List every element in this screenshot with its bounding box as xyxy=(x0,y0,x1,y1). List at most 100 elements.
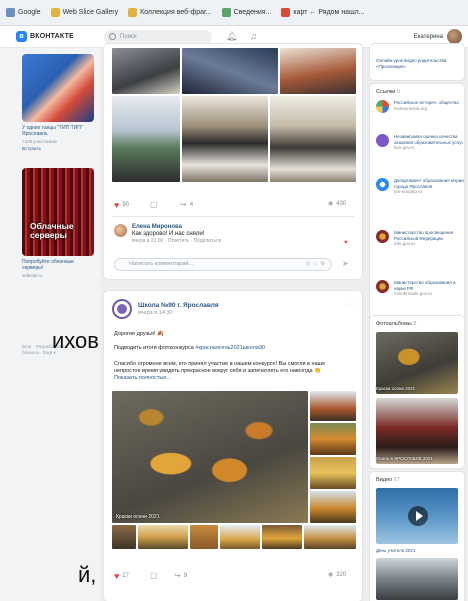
page-icon xyxy=(221,8,231,17)
album-cover[interactable] xyxy=(376,332,458,394)
link-item[interactable]: Министерство просвещения Российской Феде… xyxy=(376,230,464,247)
repost-icon: ↪ xyxy=(180,200,187,209)
comment-avatar[interactable] xyxy=(114,224,127,237)
comment-body: Елена Миронова Как здорово! И нас сняли!… xyxy=(132,224,222,244)
web-slice-icon xyxy=(50,8,60,17)
post-photo[interactable] xyxy=(182,48,278,94)
more-icon[interactable]: ··· xyxy=(347,301,354,308)
post-thumb[interactable] xyxy=(190,525,218,549)
play-icon[interactable] xyxy=(408,506,428,526)
overlay-text-1: ихов, xyxy=(52,328,106,353)
history-society-icon xyxy=(376,100,389,113)
post-photo[interactable] xyxy=(112,48,180,94)
post-photo[interactable] xyxy=(112,96,180,182)
info-block: Онлайн-урок видео родительства «Проспекц… xyxy=(370,44,464,80)
bookmark-maps[interactable]: карт ← Рядом нашл... xyxy=(281,8,365,17)
post-text: Спасибо огромное всем, кто принял участи… xyxy=(114,361,326,374)
post-card: ♥ 90 ▢ ↪ 4 ◉ 430 Елена Миронова Как здорово… xyxy=(104,44,362,279)
video-thumb[interactable] xyxy=(376,558,458,600)
video-caption[interactable]: День учителя 2021 xyxy=(376,548,415,553)
post-main-photo[interactable]: Краски осени 2021 xyxy=(112,391,308,523)
comment-icon: ▢ xyxy=(150,200,158,209)
show-more-link[interactable]: Показать полностью... xyxy=(114,375,352,382)
news-feed: ♥ 90 ▢ ↪ 4 ◉ 430 Елена Миронова Как здорово… xyxy=(100,44,366,601)
link-item[interactable]: Министерство образования и науки РФ minob… xyxy=(376,280,464,297)
links-header[interactable]: Ссылки 9 xyxy=(370,84,464,97)
post-greeting: Дорогие друзья! 🍂 xyxy=(114,331,164,337)
albums-header[interactable]: Фотоальбомы 8 xyxy=(370,316,464,329)
overlay-text-2: й, xyxy=(78,562,97,587)
right-column: Онлайн-урок видео родительства «Проспекц… xyxy=(366,44,468,601)
bell-icon[interactable]: 🔔︎ xyxy=(226,31,237,42)
bookmark-info[interactable]: Сведения... xyxy=(221,8,271,17)
comment-button[interactable]: ▢ xyxy=(150,571,158,580)
ad-card-dance[interactable]: У одних танцы "ТИП ТИП" Ярославль +100 у… xyxy=(22,54,94,151)
header-shadow xyxy=(0,26,468,32)
search-icon xyxy=(109,33,116,40)
comment-icon: ▢ xyxy=(150,571,158,580)
link-item[interactable]: Независимая оценка качества оказания обр… xyxy=(376,134,464,151)
divider xyxy=(112,216,354,217)
ad-image-cloud: Облачные серверы xyxy=(22,168,94,256)
videos-header[interactable]: Видео 27 xyxy=(370,472,464,485)
department-icon xyxy=(376,178,389,191)
comment-input[interactable]: Написать комментарий... ◎ ☺ ⊕ xyxy=(114,258,332,271)
post-thumb[interactable] xyxy=(304,525,356,549)
comment-button[interactable]: ▢ xyxy=(150,200,158,209)
post-thumb[interactable] xyxy=(220,525,260,549)
post-photo[interactable] xyxy=(182,96,268,182)
post-photo[interactable] xyxy=(270,96,356,182)
post-header: Школа №90 г. Ярославля вчера в 14:30 xyxy=(112,299,219,319)
vk-logo[interactable]: в ВКОНТАКТЕ xyxy=(16,31,74,42)
ad-image-dance xyxy=(22,54,94,122)
like-button[interactable]: ♥ 27 xyxy=(114,571,129,581)
views-counter: ◉ 430 xyxy=(328,200,347,208)
ad-overlay-text: Облачные серверы xyxy=(30,221,74,240)
bookmark-collection[interactable]: Коллекция веб-фраг... xyxy=(128,8,212,17)
link-item[interactable]: Российское историч. общество historyrussi… xyxy=(376,100,464,113)
post-thumb[interactable] xyxy=(112,525,136,549)
videos-block: Видео 27 День учителя 2021 xyxy=(370,472,464,601)
school-logo-icon xyxy=(117,304,127,314)
music-icon[interactable]: ♫ xyxy=(248,31,259,42)
link-item[interactable]: Департамент образования мэрии города Яро… xyxy=(376,178,464,195)
quality-icon xyxy=(376,134,389,147)
post-thumb[interactable] xyxy=(310,391,356,421)
post-line: Подводить итоги фотоконкурса #краснаясен… xyxy=(114,345,265,351)
post-thumb[interactable] xyxy=(310,423,356,455)
post-photo[interactable] xyxy=(280,48,356,94)
album-cover[interactable] xyxy=(376,398,458,464)
eye-icon: ◉ xyxy=(328,572,334,578)
comment-like-icon[interactable]: ♥ xyxy=(344,240,348,246)
repost-button[interactable]: ↪ 4 xyxy=(180,200,193,209)
send-icon[interactable]: ➤ xyxy=(342,259,349,268)
community-avatar[interactable] xyxy=(112,299,132,319)
post-thumb[interactable] xyxy=(138,525,188,549)
like-button[interactable]: ♥ 90 xyxy=(114,200,129,210)
post-card: Школа №90 г. Ярославля вчера в 14:30 ···… xyxy=(104,291,362,601)
search-input[interactable]: Поиск xyxy=(104,30,212,44)
albums-block: Фотоальбомы 8 Краски осени 2021 Осень в … xyxy=(370,316,464,468)
left-column: У одних танцы "ТИП ТИП" Ярославль +100 у… xyxy=(0,48,100,601)
info-link[interactable]: Онлайн-урок видео родительства «Проспекц… xyxy=(376,58,458,69)
emblem-icon xyxy=(376,230,389,243)
album-caption: Краски осени 2021 xyxy=(376,386,416,391)
folder-icon xyxy=(128,8,138,17)
post-thumb[interactable] xyxy=(262,525,302,549)
links-block: Ссылки 9 Российское историч. общество his… xyxy=(370,84,464,322)
attach-icon[interactable]: ◎ ☺ ⊕ xyxy=(305,259,325,270)
hashtag-link[interactable]: #краснаясень2021школа90 xyxy=(195,345,265,351)
heart-icon: ♥ xyxy=(114,571,120,581)
ad-card-cloud[interactable]: Облачные серверы Попробуйте облачные сер… xyxy=(22,168,94,278)
post-thumb[interactable] xyxy=(310,491,356,523)
emblem-icon xyxy=(376,280,389,293)
post-thumb[interactable] xyxy=(310,457,356,489)
eye-icon: ◉ xyxy=(328,201,334,207)
bookmark-google[interactable]: Google xyxy=(6,8,41,17)
repost-button[interactable]: ↪ 9 xyxy=(174,571,187,580)
bookmark-web-slice[interactable]: Web Slice Gallery xyxy=(50,8,118,17)
album-caption: Осень в ЯРОСЛАВЛЕ 2021 xyxy=(376,456,433,461)
bookmarks-bar: Google Web Slice Gallery Коллекция веб-ф… xyxy=(0,0,468,26)
google-icon xyxy=(6,8,15,17)
comment-item: Елена Миронова Как здорово! И нас сняли!… xyxy=(114,224,221,244)
